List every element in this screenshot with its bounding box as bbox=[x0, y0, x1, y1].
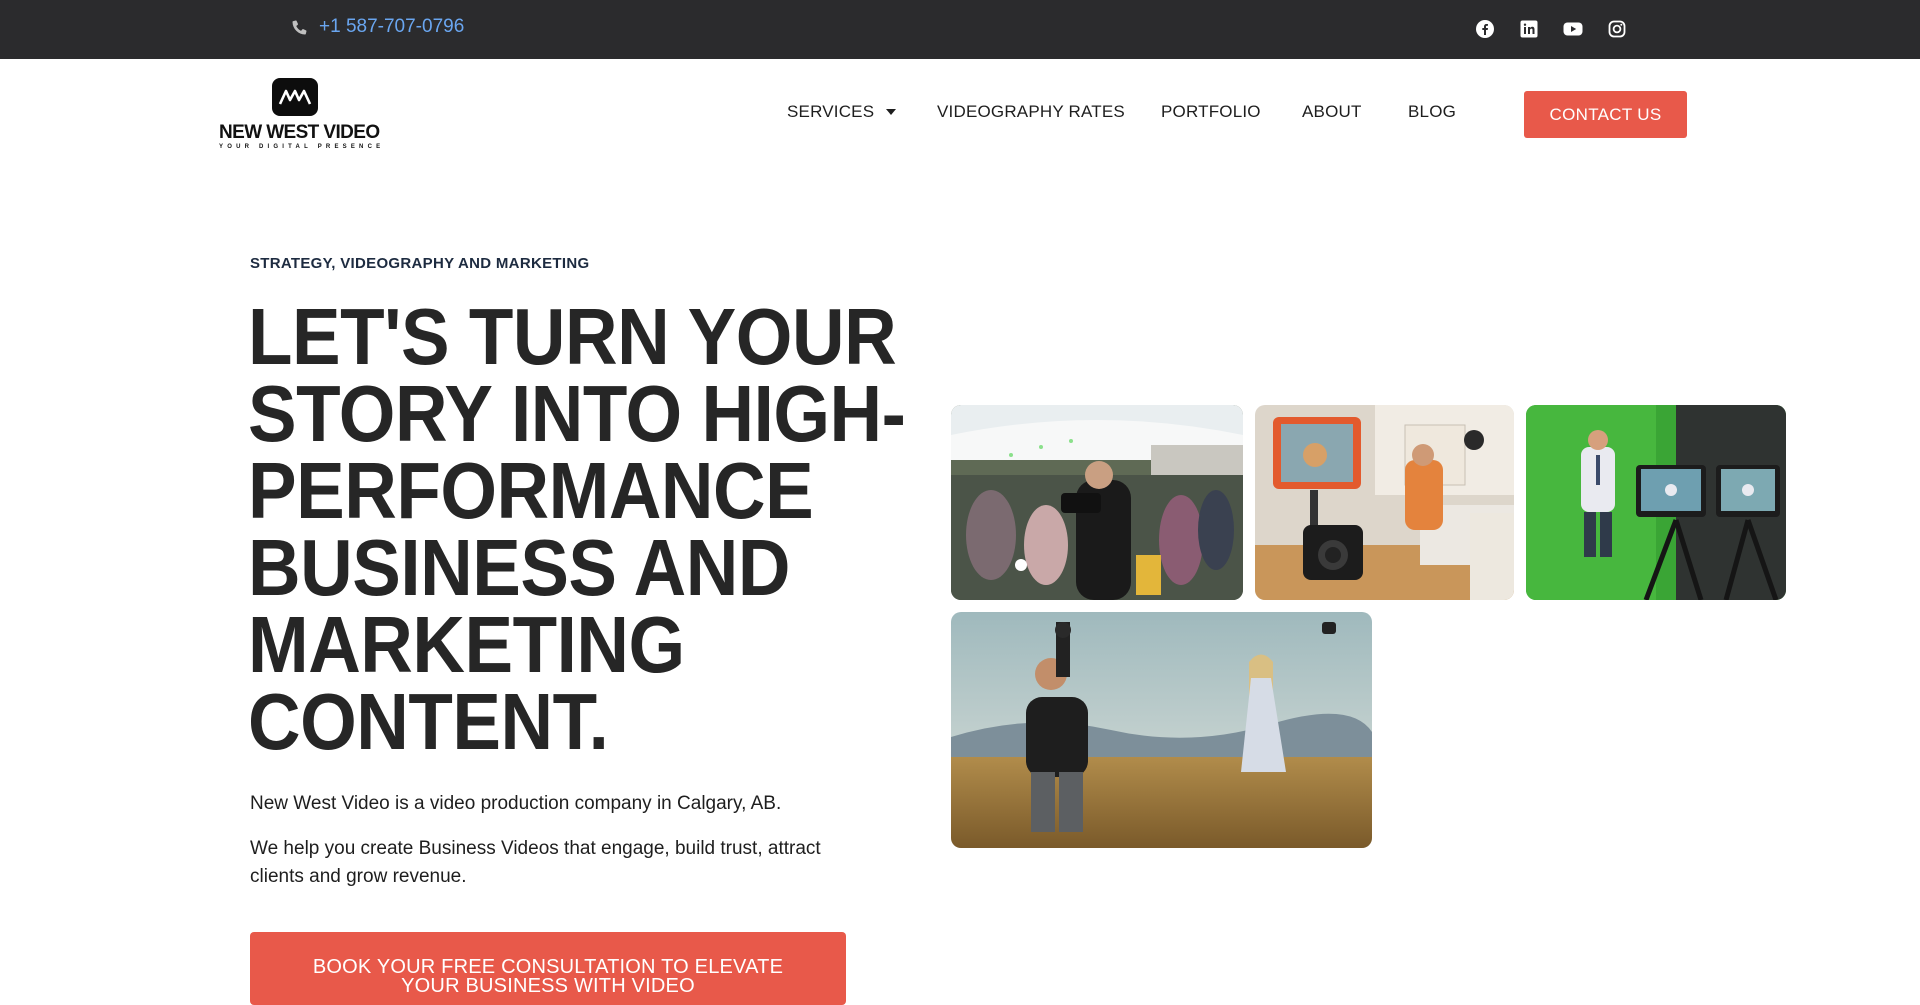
caret-down-icon[interactable] bbox=[886, 108, 897, 115]
phone-link[interactable]: +1 587-707-0796 bbox=[291, 16, 464, 38]
linkedin-icon[interactable] bbox=[1519, 19, 1539, 39]
headline-line: LET'S TURN YOUR bbox=[248, 292, 897, 381]
brand-tagline: YOUR DIGITAL PRESENCE bbox=[219, 144, 385, 150]
hero-headline: LET'S TURN YOUR STORY INTO HIGH- PERFORM… bbox=[248, 292, 906, 766]
instagram-icon[interactable] bbox=[1607, 19, 1627, 39]
gallery-photo-event-filming[interactable] bbox=[951, 405, 1243, 600]
nav-videography-rates[interactable]: VIDEOGRAPHY RATES bbox=[937, 102, 1125, 122]
youtube-icon[interactable] bbox=[1563, 19, 1583, 39]
hero-description: We help you create Business Videos that … bbox=[250, 838, 821, 887]
contact-us-button[interactable]: CONTACT US bbox=[1524, 91, 1687, 138]
headline-line: CONTENT. bbox=[248, 677, 609, 766]
logo-mark-icon bbox=[272, 78, 318, 116]
nav-blog[interactable]: BLOG bbox=[1408, 102, 1456, 122]
facebook-icon[interactable] bbox=[1475, 19, 1495, 39]
phone-number[interactable]: +1 587-707-0796 bbox=[319, 16, 464, 38]
brand-logo[interactable]: NEW WEST VIDEO YOUR DIGITAL PRESENCE bbox=[219, 78, 385, 154]
headline-line: BUSINESS AND bbox=[248, 523, 790, 612]
phone-icon bbox=[292, 20, 307, 35]
gallery-photo-greenscreen-studio[interactable] bbox=[1526, 405, 1786, 600]
nav-services-label[interactable]: SERVICES bbox=[787, 102, 874, 121]
top-bar: +1 587-707-0796 bbox=[0, 0, 1920, 59]
brand-name: NEW WEST VIDEO bbox=[219, 122, 380, 143]
gallery-photo-kitchen-shoot[interactable] bbox=[1255, 405, 1514, 600]
gallery-photo-field-shoot[interactable] bbox=[951, 612, 1372, 848]
nav-portfolio[interactable]: PORTFOLIO bbox=[1161, 102, 1261, 122]
nav-about[interactable]: ABOUT bbox=[1302, 102, 1362, 122]
nav-services[interactable]: SERVICES bbox=[787, 102, 897, 122]
headline-line: PERFORMANCE bbox=[248, 446, 814, 535]
social-links bbox=[1475, 19, 1627, 39]
hero-intro: New West Video is a video production com… bbox=[250, 793, 782, 814]
hero-eyebrow: STRATEGY, VIDEOGRAPHY AND MARKETING bbox=[250, 255, 590, 272]
headline-line: STORY INTO HIGH- bbox=[248, 369, 906, 458]
book-consultation-button[interactable]: BOOK YOUR FREE CONSULTATION TO ELEVATE Y… bbox=[250, 932, 846, 1005]
headline-line: MARKETING bbox=[248, 600, 685, 689]
